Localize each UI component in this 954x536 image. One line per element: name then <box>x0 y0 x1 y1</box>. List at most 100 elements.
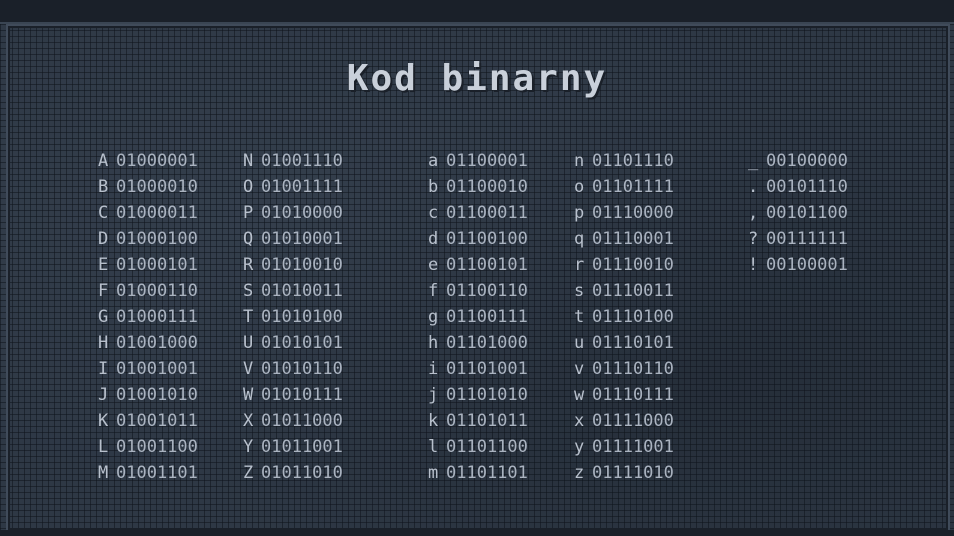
binary-code-value: 01001010 <box>116 385 198 405</box>
character-label: G <box>98 307 109 327</box>
binary-code-value: 01010110 <box>261 359 343 379</box>
binary-row: ? 00111111 <box>748 226 848 252</box>
binary-code-value: 00101110 <box>766 177 848 197</box>
bottom-bar <box>0 530 954 536</box>
binary-row: n 01101110 <box>574 148 674 174</box>
character-label: D <box>98 229 109 249</box>
binary-row: X 01011000 <box>243 408 343 434</box>
binary-row: k 01101011 <box>428 408 528 434</box>
binary-code-value: 01100111 <box>446 307 528 327</box>
binary-row: t 01110100 <box>574 304 674 330</box>
binary-row: T 01010100 <box>243 304 343 330</box>
binary-row: U 01010101 <box>243 330 343 356</box>
binary-row: A 01000001 <box>98 148 198 174</box>
binary-code-value: 01101001 <box>446 359 528 379</box>
binary-row: y 01111001 <box>574 434 674 460</box>
binary-row: v 01110110 <box>574 356 674 382</box>
binary-row: j 01101010 <box>428 382 528 408</box>
binary-code-value: 01110010 <box>592 255 674 275</box>
binary-row: N 01001110 <box>243 148 343 174</box>
character-label: F <box>98 281 109 301</box>
binary-row: W 01010111 <box>243 382 343 408</box>
character-label: q <box>574 229 585 249</box>
binary-row: Y 01011001 <box>243 434 343 460</box>
character-label: A <box>98 151 109 171</box>
binary-row: m 01101101 <box>428 460 528 486</box>
binary-code-value: 01001101 <box>116 463 198 483</box>
binary-code-value: 01010000 <box>261 203 343 223</box>
binary-code-value: 00101100 <box>766 203 848 223</box>
character-label: p <box>574 203 585 223</box>
binary-row: O 01001111 <box>243 174 343 200</box>
binary-code-value: 01010100 <box>261 307 343 327</box>
binary-code-value: 01000010 <box>116 177 198 197</box>
binary-code-value: 01111010 <box>592 463 674 483</box>
binary-row: E 01000101 <box>98 252 198 278</box>
binary-code-value: 01111000 <box>592 411 674 431</box>
character-label: B <box>98 177 109 197</box>
character-label: O <box>243 177 254 197</box>
binary-code-value: 01110001 <box>592 229 674 249</box>
binary-row: ! 00100001 <box>748 252 848 278</box>
binary-row: u 01110101 <box>574 330 674 356</box>
character-label: r <box>574 255 585 275</box>
character-label: K <box>98 411 109 431</box>
binary-row: S 01010011 <box>243 278 343 304</box>
binary-code-value: 01111001 <box>592 437 674 457</box>
binary-code-value: 01001100 <box>116 437 198 457</box>
character-label: . <box>748 177 759 197</box>
binary-code-value: 01110101 <box>592 333 674 353</box>
binary-code-value: 01101010 <box>446 385 528 405</box>
binary-row: J 01001010 <box>98 382 198 408</box>
binary-code-value: 01001000 <box>116 333 198 353</box>
binary-row: . 00101110 <box>748 174 848 200</box>
character-label: i <box>428 359 439 379</box>
binary-row: H 01001000 <box>98 330 198 356</box>
binary-column-uppercase-a-m: A 01000001 B 01000010 C 01000011 D 01000100 E 010… <box>98 148 198 486</box>
binary-code-value: 01010101 <box>261 333 343 353</box>
character-label: d <box>428 229 439 249</box>
binary-code-value: 01110011 <box>592 281 674 301</box>
binary-row: e 01100101 <box>428 252 528 278</box>
character-label: E <box>98 255 109 275</box>
binary-row: l 01101100 <box>428 434 528 460</box>
character-label: t <box>574 307 585 327</box>
binary-row: s 01110011 <box>574 278 674 304</box>
binary-code-value: 01010111 <box>261 385 343 405</box>
binary-code-value: 01101101 <box>446 463 528 483</box>
binary-row: z 01111010 <box>574 460 674 486</box>
binary-code-value: 01100110 <box>446 281 528 301</box>
binary-row: M 01001101 <box>98 460 198 486</box>
character-label: j <box>428 385 439 405</box>
binary-code-value: 01110110 <box>592 359 674 379</box>
binary-row: i 01101001 <box>428 356 528 382</box>
binary-code-value: 01110000 <box>592 203 674 223</box>
binary-row: P 01010000 <box>243 200 343 226</box>
binary-code-screen: Kod binarny A 01000001 B 01000010 C 01000011 D… <box>0 0 954 536</box>
character-label: R <box>243 255 254 275</box>
binary-code-value: 01010001 <box>261 229 343 249</box>
binary-code-value: 01101111 <box>592 177 674 197</box>
binary-row: I 01001001 <box>98 356 198 382</box>
binary-row: K 01001011 <box>98 408 198 434</box>
binary-row: B 01000010 <box>98 174 198 200</box>
binary-row: Z 01011010 <box>243 460 343 486</box>
binary-code-value: 01010011 <box>261 281 343 301</box>
character-label: n <box>574 151 585 171</box>
binary-column-lowercase-n-z: n 01101110 o 01101111 p 01110000 q 01110001 r 011… <box>574 148 674 486</box>
binary-code-value: 01000011 <box>116 203 198 223</box>
character-label: f <box>428 281 439 301</box>
binary-code-value: 01100011 <box>446 203 528 223</box>
character-label: m <box>428 463 439 483</box>
binary-code-value: 01001001 <box>116 359 198 379</box>
character-label: k <box>428 411 439 431</box>
binary-code-value: 01100100 <box>446 229 528 249</box>
binary-code-value: 01101000 <box>446 333 528 353</box>
binary-column-uppercase-n-z: N 01001110 O 01001111 P 01010000 Q 01010001 R 010… <box>243 148 343 486</box>
binary-code-value: 01000101 <box>116 255 198 275</box>
top-bar <box>0 0 954 24</box>
character-label: I <box>98 359 109 379</box>
character-label: c <box>428 203 439 223</box>
character-label: e <box>428 255 439 275</box>
binary-code-value: 01000110 <box>116 281 198 301</box>
